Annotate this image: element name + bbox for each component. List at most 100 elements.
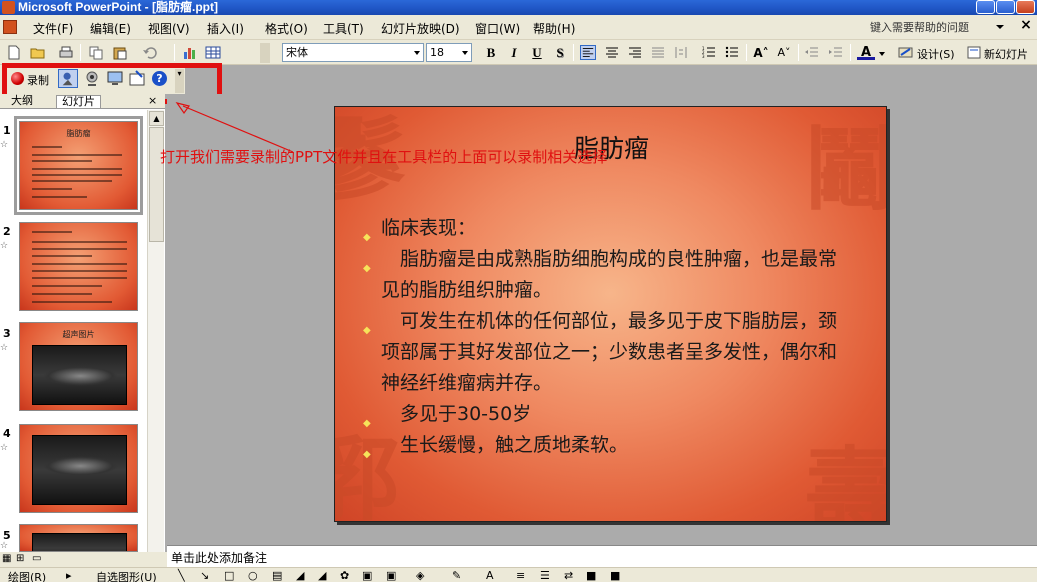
menu-edit[interactable]: 编辑(E) [90,20,131,37]
toolbar-grip[interactable] [260,43,270,63]
font-size-select[interactable]: 18 [426,43,472,62]
autoshapes-button[interactable]: 自选图形(U) [96,569,157,582]
increase-font-icon[interactable]: A˄ [752,45,770,61]
3d-style-icon[interactable]: ■ [610,569,620,582]
picture-icon[interactable]: ▣ [362,569,372,582]
animation-star-icon: ☆ [0,140,9,150]
open-folder-icon[interactable] [30,45,46,60]
menu-format[interactable]: 格式(O) [265,20,308,37]
font-name-select[interactable]: 宋体 [282,43,424,62]
font-color-draw-icon[interactable]: A [486,569,494,582]
bold-button[interactable]: B [482,45,500,61]
dash-style-icon[interactable]: ☰ [540,569,550,582]
slide-thumbnail-3[interactable]: 超声图片 [19,322,138,411]
paste-icon[interactable] [112,45,128,60]
select-arrow-icon[interactable]: ▸ [66,569,72,582]
normal-view-icon[interactable]: ▦ [2,553,11,564]
increase-indent-icon[interactable] [828,45,844,60]
decrease-font-icon[interactable]: A˅ [775,45,793,61]
line-color-icon[interactable]: ✎ [452,569,461,582]
align-center-icon[interactable] [604,45,620,60]
powerpoint-app-icon[interactable] [2,1,15,14]
minimize-button[interactable] [976,0,995,14]
animation-star-icon: ☆ [0,541,9,551]
pane-close-icon[interactable]: × [148,94,157,107]
align-right-icon[interactable] [627,45,643,60]
menu-slideshow[interactable]: 幻灯片放映(D) [381,20,460,37]
slide-body[interactable]: ◆ 临床表现： ◆ 脂肪瘤是由成熟脂肪细胞构成的良性肿瘤，也是最常见的脂肪组织肿瘤… [363,213,853,461]
clipart-icon[interactable]: ✿ [340,569,349,582]
textbox-icon[interactable]: ▤ [272,569,282,582]
scroll-up-icon[interactable]: ▲ [149,111,164,126]
copy-icon[interactable] [88,45,104,60]
title-bar: Microsoft PowerPoint - [脂肪瘤.ppt] [0,0,1037,15]
design-icon[interactable] [898,45,914,60]
scrollbar-thumb[interactable] [149,127,164,242]
bullet-diamond-icon: ◆ [363,263,371,274]
ultrasound-image [32,533,127,551]
sorter-view-icon[interactable]: ⊞ [16,553,24,564]
slide-thumbnail-4[interactable] [19,424,138,513]
menu-insert[interactable]: 插入(I) [207,20,244,37]
menu-file[interactable]: 文件(F) [33,20,73,37]
animation-star-icon: ☆ [0,343,9,353]
menu-view[interactable]: 视图(V) [148,20,190,37]
drawing-toolbar: 绘图(R) ▸ 自选图形(U) ╲ ↘ □ ○ ▤ ◢ ◢ ✿ ▣ ▣ ◈ ✎ … [0,567,1037,582]
arrow-style-icon[interactable]: ⇄ [564,569,573,582]
menu-tools[interactable]: 工具(T) [323,20,364,37]
font-color-dropdown-icon[interactable] [879,52,885,56]
document-close-icon[interactable]: × [1018,17,1034,33]
maximize-button[interactable] [996,0,1015,14]
decrease-indent-icon[interactable] [804,45,820,60]
close-button[interactable] [1016,0,1035,14]
oval-icon[interactable]: ○ [248,569,258,582]
tab-slides[interactable]: 幻灯片 [56,95,101,108]
shadow-button[interactable]: S [551,45,569,61]
document-icon[interactable] [3,20,17,34]
menu-window[interactable]: 窗口(W) [475,20,520,37]
new-document-icon[interactable] [6,45,22,60]
bullet-item: ◆ 多见于30-50岁 [363,399,853,430]
bullet-item: ◆ 生长缓慢，触之质地柔软。 [363,430,853,461]
new-slide-button[interactable]: 新幻灯片 [984,46,1028,62]
animation-star-icon: ☆ [0,443,9,453]
font-color-icon[interactable]: A [857,45,875,60]
ultrasound-image [32,435,127,505]
new-slide-icon[interactable] [966,45,982,60]
insert-table-icon[interactable] [205,45,221,60]
numbering-icon[interactable]: 123 [701,45,717,60]
menu-help[interactable]: 帮助(H) [533,20,575,37]
tab-outline[interactable]: 大纲 [6,95,38,108]
insert-picture-icon[interactable]: ▣ [386,569,396,582]
rectangle-icon[interactable]: □ [224,569,234,582]
shadow-style-icon[interactable]: ■ [586,569,596,582]
help-search-input[interactable]: 键入需要帮助的问题 [870,19,995,35]
undo-icon[interactable] [142,45,158,60]
underline-button[interactable]: U [528,45,546,61]
bullets-icon[interactable] [724,45,740,60]
arrow-icon[interactable]: ↘ [200,569,209,582]
print-icon[interactable] [58,45,74,60]
align-left-icon[interactable] [580,45,596,60]
insert-chart-icon[interactable] [182,45,198,60]
slides-scrollbar[interactable]: ▲ [147,110,164,552]
help-dropdown-icon[interactable] [996,25,1004,29]
line-style-icon[interactable]: ≡ [516,569,525,582]
justify-icon[interactable] [650,45,666,60]
slide-thumbnail-1[interactable]: 脂肪瘤 [14,116,143,215]
distribute-icon[interactable] [673,45,689,60]
draw-menu-button[interactable]: 绘图(R) [8,569,46,582]
slide-thumbnail-5[interactable] [19,524,138,552]
design-button[interactable]: 设计(S) [917,46,955,62]
wordart-icon[interactable]: ◢ [296,569,304,582]
line-icon[interactable]: ╲ [178,569,185,582]
slide-thumbnail-2[interactable] [19,222,138,311]
bullet-item: ◆ 脂肪瘤是由成熟脂肪细胞构成的良性肿瘤，也是最常见的脂肪组织肿瘤。 [363,248,838,301]
notes-pane[interactable]: 单击此处添加备注 [167,545,1037,567]
italic-button[interactable]: I [505,45,523,61]
notes-placeholder: 单击此处添加备注 [171,551,268,565]
fill-color-icon[interactable]: ◈ [416,569,424,582]
slideshow-view-icon[interactable]: ▭ [32,553,41,564]
diagram-icon[interactable]: ◢ [318,569,326,582]
current-slide[interactable]: 鬖 鬮 郛 壽 脂肪瘤 ◆临床表现： ◆ 脂肪瘤是由成熟脂肪细胞构成的良性肿瘤，… [334,106,887,522]
